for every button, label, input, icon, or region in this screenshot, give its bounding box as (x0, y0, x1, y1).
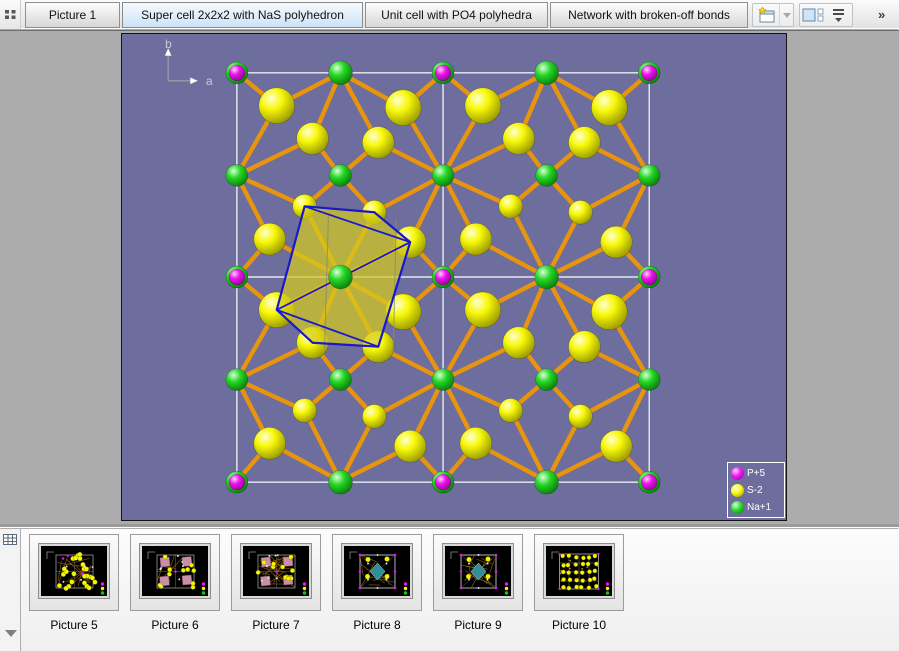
tab-picture-1[interactable]: Picture 1 (25, 2, 120, 28)
thumbnail-picture-9[interactable]: Picture 9 (433, 534, 523, 632)
thumbnail-image-7 (240, 543, 312, 599)
pane-splitter[interactable] (0, 524, 899, 528)
list-menu-icon (832, 7, 846, 23)
layout-icon (802, 6, 824, 24)
thumbnail-picture-8[interactable]: Picture 8 (332, 534, 422, 632)
thumbnail-label: Picture 7 (252, 618, 299, 632)
thumbnail-picture-10[interactable]: Picture 10 (534, 534, 624, 632)
list-menu-button[interactable] (826, 4, 852, 26)
na-atom-swatch (731, 501, 744, 514)
thumbnail-image-6 (139, 543, 211, 599)
new-picture-group (752, 3, 794, 27)
thumbnail-image-5 (38, 543, 110, 599)
thumbnail-image-9 (442, 543, 514, 599)
thumbnail-image-8 (341, 543, 413, 599)
atom-legend: P+5 S-2 Na+1 (727, 462, 785, 518)
overflow-chevron[interactable]: » (878, 7, 885, 22)
tab-network-broken-bonds[interactable]: Network with broken-off bonds (550, 2, 748, 28)
new-picture-dropdown-button[interactable] (779, 4, 793, 26)
tab-strip: Picture 1 Super cell 2x2x2 with NaS poly… (25, 2, 750, 29)
legend-row-s: S-2 (731, 482, 784, 499)
thumbnail-label: Picture 10 (552, 618, 606, 632)
new-picture-button[interactable] (753, 4, 779, 26)
crystal-scene: ba (122, 34, 786, 520)
svg-text:b: b (165, 37, 172, 51)
legend-label-p: P+5 (747, 468, 765, 479)
thumbnail-picture-7[interactable]: Picture 7 (231, 534, 321, 632)
legend-label-s: S-2 (747, 485, 763, 496)
table-icon[interactable] (3, 534, 17, 546)
picture-tab-bar: Picture 1 Super cell 2x2x2 with NaS poly… (0, 0, 899, 29)
thumbnail-label: Picture 8 (353, 618, 400, 632)
dropdown-arrow-icon (783, 13, 791, 18)
application-window: { "tab_bar": { "tabs": [ { "label": "Pic… (0, 0, 899, 651)
svg-text:a: a (206, 74, 213, 88)
new-picture-icon (756, 6, 776, 24)
grid-icon (5, 10, 16, 19)
filmstrip-rail (0, 529, 21, 651)
thumbnail-picture-5[interactable]: Picture 5 (29, 534, 119, 632)
tab-unit-cell-po4[interactable]: Unit cell with PO4 polyhedra (365, 2, 548, 28)
view-options-group (799, 3, 853, 27)
tab-toolbar (752, 3, 853, 27)
thumbnail-label: Picture 9 (454, 618, 501, 632)
pane-grid-button[interactable] (0, 0, 21, 29)
legend-label-na: Na+1 (747, 502, 771, 513)
layout-view-button[interactable] (800, 4, 826, 26)
thumbnail-picture-6[interactable]: Picture 6 (130, 534, 220, 632)
tab-super-cell-2x2x2[interactable]: Super cell 2x2x2 with NaS polyhedron (122, 2, 363, 28)
crystal-structure-viewport[interactable]: ba P+5 S-2 Na+1 (121, 33, 787, 521)
legend-row-na: Na+1 (731, 499, 784, 516)
picture-area: ba P+5 S-2 Na+1 (0, 31, 899, 524)
scroll-down-icon[interactable] (5, 630, 17, 637)
thumbnail-list: Picture 5 Picture 6 Picture 7 Picture 8 … (29, 534, 624, 632)
p-atom-swatch (731, 467, 744, 480)
thumbnail-image-10 (543, 543, 615, 599)
thumbnail-label: Picture 6 (151, 618, 198, 632)
s-atom-swatch (731, 484, 744, 497)
thumbnail-filmstrip: Picture 5 Picture 6 Picture 7 Picture 8 … (0, 529, 899, 651)
thumbnail-label: Picture 5 (50, 618, 97, 632)
legend-row-p: P+5 (731, 465, 784, 482)
